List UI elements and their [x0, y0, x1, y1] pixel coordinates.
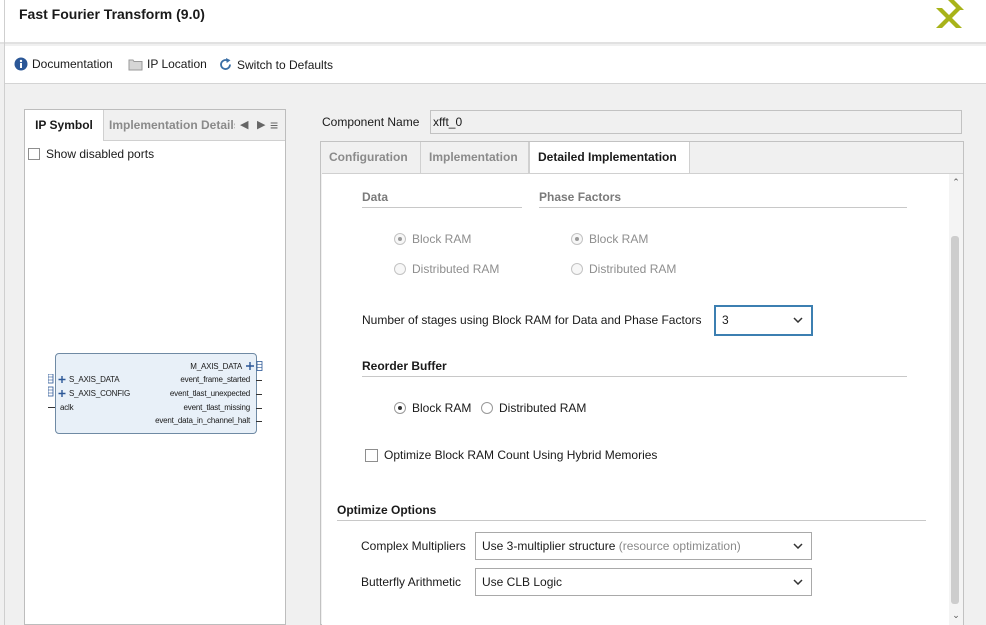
stages-label: Number of stages using Block RAM for Dat…: [362, 313, 702, 327]
tab-scroll-left-icon[interactable]: ◀: [240, 110, 248, 140]
tab-implementation-details[interactable]: Implementation Details: [109, 110, 235, 140]
scroll-down-icon[interactable]: ⌄: [950, 609, 962, 621]
chevron-down-icon: [793, 569, 803, 595]
optimize-options-heading: Optimize Options: [337, 503, 437, 517]
phase-distributed-ram-radio: Distributed RAM: [571, 262, 676, 276]
documentation-button[interactable]: Documentation: [14, 57, 113, 71]
port-event-frame-started: event_frame_started: [180, 375, 250, 384]
phase-block-ram-radio: Block RAM: [571, 232, 648, 246]
switch-to-defaults-button[interactable]: Switch to Defaults: [218, 57, 333, 72]
butterfly-arithmetic-label: Butterfly Arithmetic: [361, 575, 462, 589]
complex-multipliers-hint: (resource optimization): [618, 539, 741, 553]
data-heading: Data: [362, 190, 389, 204]
ip-location-label: IP Location: [147, 57, 207, 71]
refresh-icon: [220, 58, 231, 70]
pin-event-frame-started: [256, 380, 262, 381]
radio-label: Block RAM: [589, 232, 649, 246]
xilinx-logo-icon: [934, 0, 970, 33]
vertical-scrollbar[interactable]: ⌃ ⌄: [949, 173, 963, 625]
scrollbar-thumb[interactable]: [951, 236, 959, 604]
title-bar: Fast Fourier Transform (9.0): [0, 0, 986, 44]
radio-label: Distributed RAM: [412, 262, 500, 276]
show-disabled-ports-label: Show disabled ports: [46, 147, 155, 161]
port-event-tlast-unexpected: event_tlast_unexpected: [169, 389, 250, 398]
butterfly-arithmetic-value: Use CLB Logic: [482, 575, 563, 589]
data-block-ram-radio: Block RAM: [394, 232, 471, 246]
tab-scroll-right-icon[interactable]: ▶: [257, 110, 265, 140]
hybrid-memories-label: Optimize Block RAM Count Using Hybrid Me…: [384, 448, 658, 462]
tab-ip-symbol[interactable]: IP Symbol: [25, 110, 104, 141]
hybrid-memories-checkbox[interactable]: Optimize Block RAM Count Using Hybrid Me…: [365, 448, 657, 462]
port-s-axis-config: S_AXIS_CONFIG: [69, 389, 130, 398]
tab-implementation[interactable]: Implementation: [421, 142, 529, 173]
radio-indicator: [394, 263, 406, 275]
window-title: Fast Fourier Transform (9.0): [19, 6, 205, 22]
switch-to-defaults-label: Switch to Defaults: [237, 57, 334, 72]
reorder-block-ram-radio[interactable]: Block RAM: [394, 401, 471, 415]
radio-indicator: [571, 263, 583, 275]
component-name-label: Component Name: [322, 115, 420, 129]
reorder-buffer-heading: Reorder Buffer: [362, 359, 447, 373]
data-divider: [362, 207, 522, 208]
ip-symbol-block: S_AXIS_DATA S_AXIS_CONFIG aclk M_AXIS_DA…: [48, 353, 263, 434]
radio-label: Block RAM: [412, 232, 472, 246]
radio-label: Distributed RAM: [589, 262, 677, 276]
detailed-implementation-content: Data Phase Factors Block RAM Distributed…: [322, 173, 949, 625]
expand-plus-icon[interactable]: [58, 376, 66, 398]
port-event-data-in-channel-halt: event_data_in_channel_halt: [155, 416, 250, 425]
port-event-tlast-missing: event_tlast_missing: [183, 403, 251, 412]
optimize-options-divider: [337, 520, 926, 521]
window-edge: [4, 0, 5, 625]
port-aclk: aclk: [60, 403, 74, 412]
tab-menu-icon[interactable]: ≡: [270, 110, 278, 140]
complex-multipliers-label: Complex Multipliers: [361, 539, 466, 553]
radio-indicator: [571, 233, 583, 245]
port-m-axis-data: M_AXIS_DATA: [190, 362, 242, 371]
radio-indicator[interactable]: [394, 402, 406, 414]
butterfly-arithmetic-select[interactable]: Use CLB Logic: [475, 568, 812, 596]
pin-event-tlast-missing: [256, 408, 262, 409]
complex-multipliers-select[interactable]: Use 3-multiplier structure (resource opt…: [475, 532, 812, 560]
phase-factors-heading: Phase Factors: [539, 190, 622, 204]
port-s-axis-data: S_AXIS_DATA: [69, 375, 120, 384]
radio-label: Block RAM: [412, 401, 472, 415]
pin-event-tlast-unexpected: [256, 394, 262, 395]
tab-configuration[interactable]: Configuration: [321, 142, 421, 173]
checkbox-box[interactable]: [365, 448, 378, 462]
scroll-up-icon[interactable]: ⌃: [950, 176, 962, 188]
pin-aclk: [48, 407, 55, 408]
reorder-buffer-divider: [362, 376, 907, 377]
toolbar: Documentation IP Location Switch to Defa…: [5, 46, 986, 84]
ip-symbol-panel: IP Symbol Implementation Details ◀ ▶ ≡ S…: [24, 109, 286, 625]
pin-event-data-in-channel-halt: [256, 421, 262, 422]
data-distributed-ram-radio: Distributed RAM: [394, 262, 499, 276]
phase-factors-divider: [539, 207, 907, 208]
complex-multipliers-value: Use 3-multiplier structure: [482, 539, 616, 553]
show-disabled-ports-checkbox[interactable]: Show disabled ports: [28, 147, 154, 161]
folder-icon: [128, 59, 143, 70]
tab-detailed-implementation[interactable]: Detailed Implementation: [529, 142, 690, 174]
stages-select[interactable]: 3: [714, 305, 813, 336]
component-name-field[interactable]: [430, 110, 962, 134]
ip-location-button[interactable]: IP Location: [128, 57, 207, 71]
chevron-down-icon: [793, 533, 803, 559]
radio-indicator: [394, 233, 406, 245]
checkbox-box[interactable]: [28, 148, 40, 160]
bus-connector-icon: [246, 361, 263, 371]
reorder-distributed-ram-radio[interactable]: Distributed RAM: [481, 401, 586, 415]
configuration-panel: Configuration Implementation Detailed Im…: [320, 141, 964, 625]
left-tab-strip: IP Symbol Implementation Details ◀ ▶ ≡: [25, 110, 285, 141]
info-icon: [14, 57, 28, 71]
chevron-down-icon: [793, 307, 803, 333]
radio-indicator[interactable]: [481, 402, 493, 414]
stages-value: 3: [722, 313, 729, 327]
documentation-label: Documentation: [32, 57, 113, 71]
radio-label: Distributed RAM: [499, 401, 587, 415]
